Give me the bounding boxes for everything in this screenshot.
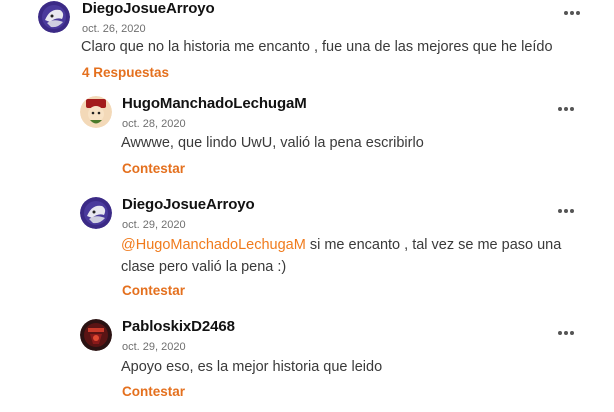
more-options-icon[interactable] [557,330,575,336]
reply-text: Apoyo eso, es la mejor historia que leid… [121,359,383,375]
reply-author[interactable]: HugoManchadoLechugaM [122,95,307,112]
comment-date: oct. 26, 2020 [82,23,146,35]
reply-date: oct. 29, 2020 [122,219,186,231]
comment-author[interactable]: DiegoJosueArroyo [82,0,215,17]
avatar[interactable] [80,197,112,229]
more-options-icon[interactable] [557,208,575,214]
more-options-icon[interactable] [557,106,575,112]
reply-date: oct. 29, 2020 [122,341,186,353]
reply-text: @HugoManchadoLechugaM si me encanto , ta… [121,234,571,278]
avatar[interactable] [38,1,70,33]
avatar[interactable] [80,96,112,128]
more-options-icon[interactable] [563,10,581,16]
reply-date: oct. 28, 2020 [122,118,186,130]
reply-button[interactable]: Contestar [122,161,185,176]
reply-button[interactable]: Contestar [122,283,185,298]
comment-text: Claro que no la historia me encanto , fu… [81,39,553,55]
avatar[interactable] [80,319,112,351]
user-mention-link[interactable]: @HugoManchadoLechugaM [121,237,306,253]
reply-author[interactable]: PabloskixD2468 [122,318,235,335]
reply-author[interactable]: DiegoJosueArroyo [122,196,255,213]
replies-count-link[interactable]: 4 Respuestas [82,65,169,80]
reply-text: Awwwe, que lindo UwU, valió la pena escr… [121,135,424,151]
reply-button[interactable]: Contestar [122,384,185,399]
